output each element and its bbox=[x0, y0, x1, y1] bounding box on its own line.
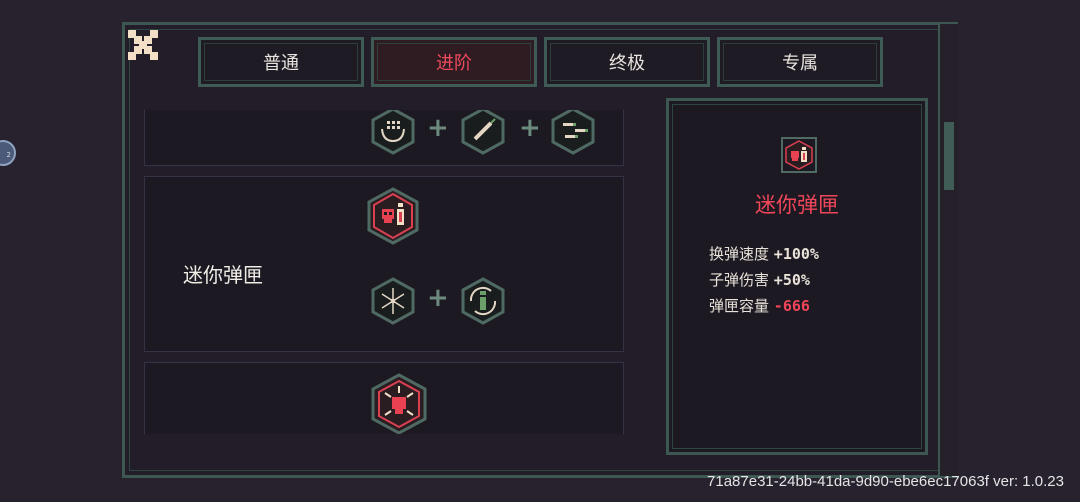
stat-value: -666 bbox=[773, 297, 810, 315]
skull-ammo-icon bbox=[367, 187, 419, 245]
game-screen: 2 普通 进阶 终极 专属 + + 迷你弹匣 + 迷你弹匣 换弹速度 +100%… bbox=[0, 0, 1080, 502]
list-item[interactable]: + + bbox=[144, 110, 624, 166]
list-item[interactable]: 迷你弹匣 + bbox=[144, 176, 624, 352]
bullets-icon bbox=[551, 110, 595, 155]
stat-label: 弹匣容量 bbox=[709, 297, 770, 315]
stat-value: +100% bbox=[773, 245, 819, 263]
stat-label: 子弹伤害 bbox=[709, 271, 770, 289]
detail-panel: 迷你弹匣 换弹速度 +100% 子弹伤害 +50% 弹匣容量 -666 bbox=[666, 98, 928, 455]
scroll-thumb[interactable] bbox=[944, 122, 954, 190]
tab-label: 专属 bbox=[782, 53, 818, 74]
grid-cycle-icon bbox=[371, 110, 415, 155]
stat-row: 弹匣容量 -666 bbox=[709, 293, 819, 319]
recipe-name: 迷你弹匣 bbox=[183, 263, 263, 287]
close-button[interactable] bbox=[126, 28, 160, 62]
close-icon bbox=[128, 30, 158, 60]
stat-row: 子弹伤害 +50% bbox=[709, 267, 819, 293]
tab-label: 终极 bbox=[609, 53, 645, 74]
plus-icon: + bbox=[427, 113, 449, 143]
reload-ammo-icon bbox=[461, 277, 505, 325]
list-item[interactable] bbox=[144, 362, 624, 434]
recipe-list[interactable]: + + 迷你弹匣 + bbox=[144, 110, 624, 434]
tab-label: 普通 bbox=[263, 53, 299, 74]
side-indicator[interactable]: 2 bbox=[0, 140, 16, 166]
stat-label: 换弹速度 bbox=[709, 245, 770, 263]
stat-row: 换弹速度 +100% bbox=[709, 241, 819, 267]
syringe-icon bbox=[461, 110, 505, 155]
tab-label: 进阶 bbox=[436, 53, 472, 74]
item-title: 迷你弹匣 bbox=[755, 193, 839, 217]
plus-icon: + bbox=[519, 113, 541, 143]
skull-burst-icon bbox=[371, 373, 427, 434]
tab-ultimate[interactable]: 终极 bbox=[544, 37, 710, 87]
stat-value: +50% bbox=[773, 271, 810, 289]
stats-list: 换弹速度 +100% 子弹伤害 +50% 弹匣容量 -666 bbox=[709, 241, 819, 319]
scrollbar[interactable] bbox=[938, 24, 958, 476]
plus-icon: + bbox=[427, 283, 449, 313]
tab-exclusive[interactable]: 专属 bbox=[717, 37, 883, 87]
tab-normal[interactable]: 普通 bbox=[198, 37, 364, 87]
version-label: 71a87e31-24bb-41da-9d90-ebe6ec17063f ver… bbox=[707, 473, 1064, 490]
spread-shot-icon bbox=[371, 277, 415, 325]
tab-advanced[interactable]: 进阶 bbox=[371, 37, 537, 87]
skull-ammo-icon bbox=[781, 137, 817, 173]
